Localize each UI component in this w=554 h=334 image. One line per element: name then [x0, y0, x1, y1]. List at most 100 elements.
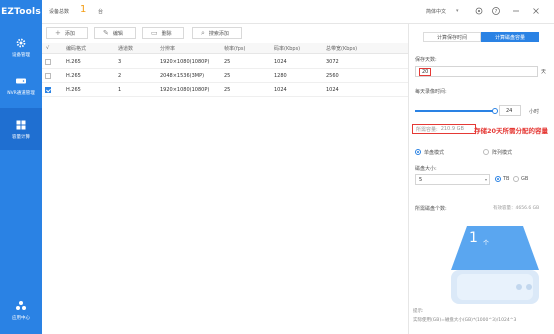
- edit-icon: ✎: [103, 28, 109, 37]
- unit-tb-label: TB: [503, 176, 510, 182]
- table-row[interactable]: H.265 1 1920×1080(1080P) 25 1024 1024: [42, 84, 408, 97]
- required-capacity: 所需容量: 210.9 GB: [412, 124, 476, 134]
- slider-handle[interactable]: [492, 108, 498, 114]
- table-cell: 2: [118, 73, 122, 79]
- language-select[interactable]: 简体中文: [426, 8, 446, 15]
- table-cell: 25: [224, 73, 231, 79]
- table-cell: H.265: [66, 73, 81, 79]
- apps-icon: [16, 300, 26, 310]
- search-icon: ⌕: [201, 28, 205, 37]
- delete-button[interactable]: ▭ 删除: [142, 27, 184, 39]
- table-cell: 1: [118, 87, 122, 93]
- column-header: 通道数: [118, 45, 134, 52]
- table-cell: 1024: [326, 87, 339, 93]
- sidebar-item-label: 容量计算: [12, 134, 30, 140]
- days-value: 20: [419, 67, 432, 76]
- hours-field[interactable]: 24: [499, 105, 521, 116]
- table-cell: 3: [118, 59, 122, 65]
- disk-illustration-icon: [451, 226, 539, 304]
- device-count: 1: [80, 4, 87, 15]
- required-value: 210.9 GB: [440, 126, 464, 132]
- row-checkbox[interactable]: [45, 73, 51, 79]
- column-header: 编码格式: [66, 45, 87, 52]
- row-checkbox[interactable]: [45, 59, 51, 65]
- disk-unit: 个: [483, 240, 490, 247]
- column-header: 码率(Kbps): [274, 45, 301, 52]
- add-button[interactable]: + 添加: [46, 27, 88, 39]
- help-icon[interactable]: ?: [491, 6, 501, 16]
- column-header: 帧率(fps): [224, 45, 246, 52]
- tab-calc-time[interactable]: 计算保存时间: [423, 32, 481, 42]
- table-cell: 25: [224, 87, 231, 93]
- table-cell: H.265: [66, 59, 81, 65]
- edit-button[interactable]: ✎ 编辑: [94, 27, 136, 39]
- sidebar-item-label: 设备管理: [12, 52, 30, 58]
- sidebar-item-device-management[interactable]: 设备管理: [0, 34, 42, 60]
- sidebar-item-app-center[interactable]: 应用中心: [0, 296, 42, 324]
- disk-count: 1: [469, 230, 478, 246]
- sidebar-item-capacity-calc[interactable]: 容量计算: [0, 108, 42, 150]
- table-cell: 2560: [326, 73, 339, 79]
- table-row[interactable]: H.265 3 1920×1080(1080P) 25 1024 3072: [42, 56, 408, 69]
- settings-icon[interactable]: [474, 6, 484, 16]
- table-cell: 25: [224, 59, 231, 65]
- sidebar-item-nvr-channel[interactable]: NVR通道管理: [0, 70, 42, 100]
- single-mode-label: 单盘模式: [424, 150, 445, 156]
- top-bar: 设备总数 1 台 简体中文 ▾ ?: [42, 0, 554, 24]
- radio-unit-gb[interactable]: [513, 176, 519, 182]
- svg-text:?: ?: [495, 9, 498, 15]
- trash-icon: ▭: [151, 28, 158, 37]
- table-cell: 1920×1080(1080P): [160, 87, 210, 93]
- chevron-down-icon: ▾: [456, 8, 459, 14]
- toolbar: + 添加 ✎ 编辑 ▭ 删除 ⌕ 搜索添加: [42, 24, 408, 42]
- radio-raid-mode[interactable]: [483, 149, 489, 155]
- tab-calc-disk[interactable]: 计算磁盘容量: [481, 32, 539, 42]
- table-cell: 1024: [274, 59, 287, 65]
- table-cell: 2048×1536(3MP): [160, 73, 205, 79]
- capacity-panel: 计算保存时间 计算磁盘容量 保存天数: 20 天 每天录像时间: 24 小时 所…: [409, 24, 554, 334]
- hours-label: 每天录像时间:: [415, 89, 447, 95]
- days-field[interactable]: 20: [415, 66, 538, 77]
- disk-count-label: 所需磁盘个数:: [415, 206, 447, 212]
- search-add-button[interactable]: ⌕ 搜索添加: [192, 27, 242, 39]
- hours-unit: 小时: [529, 109, 540, 115]
- tip-formula: 实际使用(GB)=磁盘大小(GB)*(1000^3)/1024^3: [413, 318, 517, 323]
- select-all-header[interactable]: √: [46, 43, 49, 53]
- app-logo: EZTools: [1, 7, 41, 17]
- unit-gb-label: GB: [521, 176, 529, 182]
- slider-fill: [415, 110, 495, 112]
- table-cell: 1280: [274, 73, 287, 79]
- calculator-icon: [16, 120, 26, 129]
- hours-value: 24: [506, 107, 513, 114]
- gear-icon: [16, 38, 26, 47]
- chevron-down-icon: ▾: [484, 177, 487, 182]
- table-cell: 3072: [326, 59, 339, 65]
- table-cell: 1024: [274, 87, 287, 93]
- days-label: 保存天数:: [415, 57, 437, 63]
- device-count-unit: 台: [98, 9, 104, 15]
- disk-size-field[interactable]: 5 ▾: [415, 174, 490, 185]
- radio-single-mode[interactable]: [415, 149, 421, 155]
- raid-mode-label: 阵列模式: [492, 150, 513, 156]
- disk-size-value: 5: [419, 176, 423, 183]
- required-label: 所需容量:: [416, 126, 438, 133]
- column-header: 总带宽(Kbps): [326, 45, 358, 52]
- table-header: √ 编码格式 通道数 分辨率 帧率(fps) 码率(Kbps) 总带宽(Kbps…: [42, 43, 408, 54]
- annotation-callout: 存储20天所需分配的容量: [474, 127, 549, 135]
- nvr-icon: [16, 78, 26, 83]
- close-icon[interactable]: [531, 6, 541, 16]
- days-unit: 天: [541, 69, 547, 75]
- sidebar-item-label: NVR通道管理: [7, 90, 35, 96]
- table-cell: 1920×1080(1080P): [160, 59, 210, 65]
- sidebar: EZTools 设备管理 NVR通道管理 容量计算 应用中心: [0, 0, 42, 334]
- plus-icon: +: [55, 28, 61, 37]
- tip-title: 提示:: [413, 309, 424, 314]
- table-row[interactable]: H.265 2 2048×1536(3MP) 25 1280 2560: [42, 70, 408, 83]
- radio-unit-tb[interactable]: [495, 176, 501, 182]
- row-checkbox[interactable]: [45, 87, 51, 93]
- device-count-label: 设备总数: [49, 9, 70, 15]
- disk-size-label: 磁盘大小:: [415, 166, 437, 172]
- effective-capacity: 有效容量：4656.6 GB: [493, 206, 540, 211]
- column-header: 分辨率: [160, 45, 176, 52]
- minimize-icon[interactable]: [511, 6, 521, 16]
